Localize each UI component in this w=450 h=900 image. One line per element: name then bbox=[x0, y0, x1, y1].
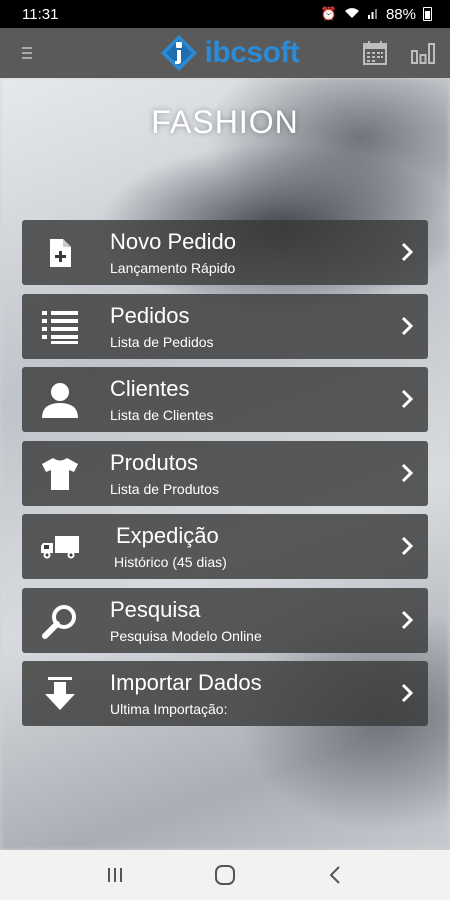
menu-item-subtitle: Pesquisa Modelo Online bbox=[110, 627, 262, 644]
menu-item-title: Expedição bbox=[116, 523, 219, 548]
calendar-icon[interactable] bbox=[362, 40, 388, 66]
menu-item-title: Novo Pedido bbox=[110, 229, 236, 254]
menu-item-subtitle: Lista de Produtos bbox=[110, 480, 219, 497]
battery-level: 88% bbox=[385, 5, 416, 23]
chevron-right-icon bbox=[401, 610, 414, 629]
new-document-icon bbox=[40, 234, 80, 272]
chevron-right-icon bbox=[401, 536, 414, 556]
chevron-right-icon bbox=[401, 389, 414, 409]
menu-item-subtitle: Ultima Importação: bbox=[110, 701, 228, 717]
menu-item-subtitle: Lançamento Rápido bbox=[110, 260, 236, 276]
bar-chart-icon[interactable] bbox=[410, 40, 436, 66]
menu-item-pedidos[interactable]: Pedidos Lista de Pedidos bbox=[22, 293, 428, 359]
menu-item-clientes[interactable]: Clientes Lista de Clientes bbox=[22, 367, 428, 432]
chevron-right-icon bbox=[401, 316, 414, 335]
menu-item-subtitle: Histórico (45 dias) bbox=[114, 554, 227, 570]
signal-icon bbox=[367, 7, 379, 22]
app-bar: ibcsoft bbox=[0, 28, 450, 78]
wifi-icon bbox=[344, 7, 360, 22]
chevron-right-icon bbox=[401, 242, 414, 262]
list-icon bbox=[40, 308, 80, 346]
menu-item-title: Produtos bbox=[110, 449, 199, 475]
logo-text: ibcsoft bbox=[204, 36, 300, 69]
status-bar: 11:31 ⏰ 88% bbox=[0, 0, 450, 28]
page-title: FASHION bbox=[151, 104, 299, 140]
menu-item-novo-pedido[interactable]: Novo Pedido Lançamento Rápido bbox=[22, 220, 428, 285]
chevron-right-icon bbox=[401, 463, 414, 482]
menu-item-pesquisa[interactable]: Pesquisa Pesquisa Modelo Online bbox=[22, 587, 428, 653]
user-icon bbox=[40, 381, 80, 419]
home-icon[interactable] bbox=[205, 860, 245, 890]
back-icon[interactable] bbox=[315, 860, 355, 890]
tshirt-icon bbox=[40, 455, 80, 493]
battery-icon bbox=[423, 7, 432, 21]
logo-mark-icon bbox=[159, 33, 199, 73]
menu-item-title: Importar Dados bbox=[110, 670, 262, 695]
system-nav-bar bbox=[0, 850, 450, 900]
menu-item-title: Pesquisa bbox=[110, 596, 201, 622]
menu-item-subtitle: Lista de Pedidos bbox=[110, 333, 214, 350]
truck-icon bbox=[40, 528, 80, 566]
status-time: 11:31 bbox=[22, 5, 59, 23]
menu-item-title: Pedidos bbox=[110, 302, 190, 328]
status-icons: ⏰ 88% bbox=[321, 6, 432, 23]
menu-item-subtitle: Lista de Clientes bbox=[110, 407, 214, 423]
search-icon bbox=[40, 602, 80, 640]
menu-item-produtos[interactable]: Produtos Lista de Produtos bbox=[22, 440, 428, 506]
logo: ibcsoft bbox=[159, 33, 300, 73]
menu-icon[interactable] bbox=[18, 44, 36, 62]
menu-item-expedicao[interactable]: Expedição Histórico (45 dias) bbox=[22, 514, 428, 579]
menu-item-title: Clientes bbox=[110, 376, 190, 401]
download-icon bbox=[40, 675, 80, 713]
chevron-right-icon bbox=[401, 683, 414, 703]
main-menu: Novo Pedido Lançamento Rápido Pedidos Li… bbox=[22, 220, 428, 735]
alarm-icon: ⏰ bbox=[320, 6, 337, 21]
menu-item-importar-dados[interactable]: Importar Dados Ultima Importação: bbox=[22, 661, 428, 726]
recent-apps-icon[interactable] bbox=[95, 860, 135, 890]
